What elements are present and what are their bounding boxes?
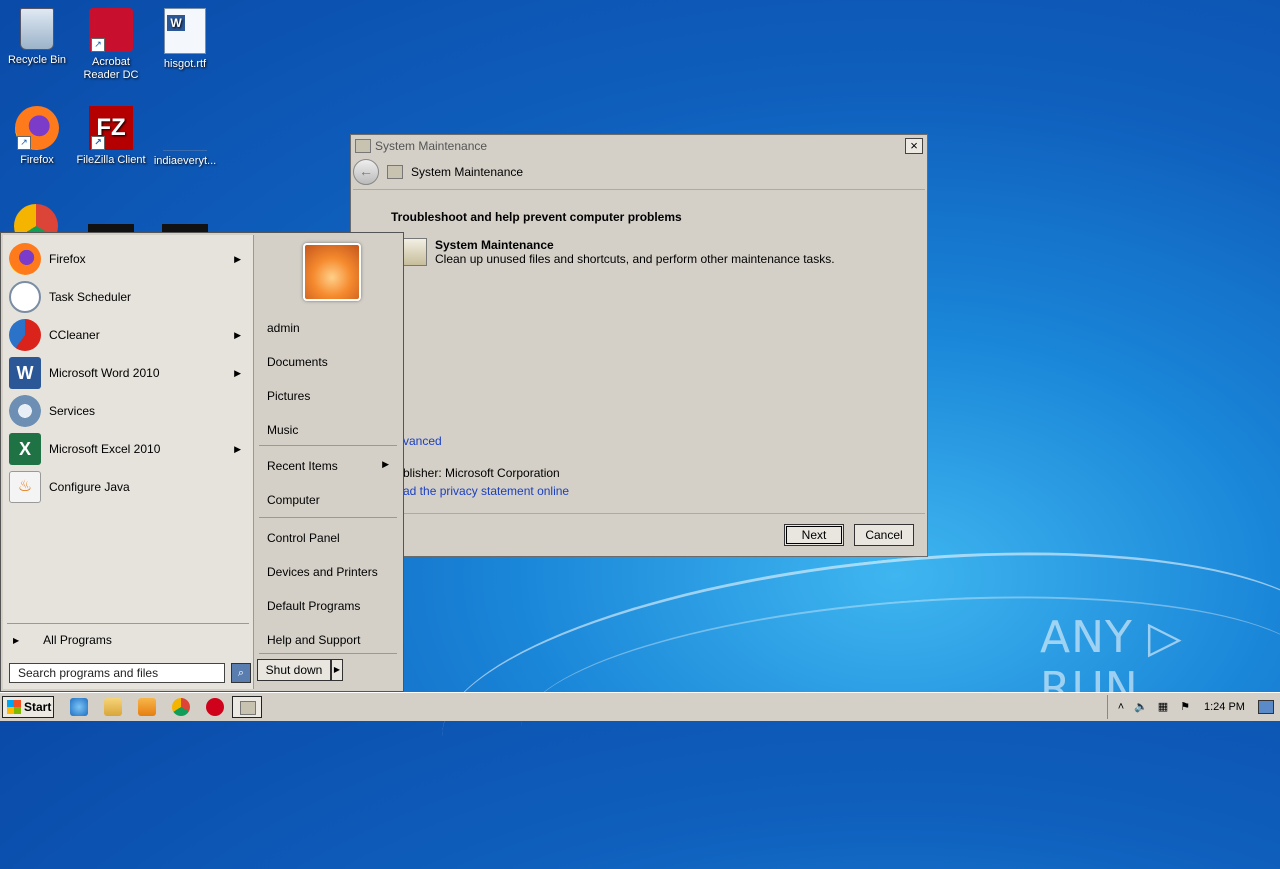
chrome-icon[interactable] (172, 698, 190, 716)
window-title: System Maintenance (375, 139, 488, 153)
start-item-services[interactable]: Services (9, 393, 249, 429)
start-right-control-panel[interactable]: Control Panel (267, 531, 340, 545)
troubleshooter-item[interactable]: System Maintenance Clean up unused files… (403, 238, 835, 266)
start-right-computer[interactable]: Computer (267, 493, 320, 507)
start-right-help[interactable]: Help and Support (267, 633, 360, 647)
desktop-icon-hisgot[interactable]: W hisgot.rtf (148, 8, 222, 71)
maintenance-icon (403, 238, 427, 266)
divider (259, 653, 397, 654)
start-item-ccleaner[interactable]: CCleaner ▶ (9, 317, 249, 353)
cancel-button[interactable]: Cancel (854, 524, 914, 546)
system-tray: ˄ 🔈 ▦ ⚑ 1:24 PM (1107, 695, 1280, 719)
submenu-arrow-icon: ▶ (234, 253, 241, 264)
start-right-user[interactable]: admin (267, 321, 300, 335)
start-right-devices[interactable]: Devices and Printers (267, 565, 378, 579)
media-player-icon[interactable] (138, 698, 156, 716)
start-item-excel[interactable]: X Microsoft Excel 2010 ▶ (9, 431, 249, 467)
search-input[interactable]: Search programs and files (9, 663, 225, 683)
search-icon: ⌕ (237, 667, 245, 679)
desktop-icon-recycle-bin[interactable]: Recycle Bin (0, 8, 74, 67)
start-menu-programs: Firefox ▶ Task Scheduler CCleaner ▶ W Mi… (3, 235, 254, 689)
next-button[interactable]: Next (784, 524, 844, 546)
desktop-icon-indiaeverything[interactable]: indiaeveryt... (148, 106, 222, 168)
acrobat-icon: ↗ (89, 8, 133, 52)
troubleshooter-description: Clean up unused files and shortcuts, and… (435, 252, 835, 266)
word-icon: W (9, 357, 41, 389)
action-center-flag-icon[interactable]: ⚑ (1178, 700, 1192, 714)
start-right-documents[interactable]: Documents (267, 355, 328, 369)
desktop-icon-filezilla[interactable]: FZ ↗ FileZilla Client (74, 106, 148, 167)
shutdown-button[interactable]: Shut down (257, 659, 331, 681)
excel-icon: X (9, 433, 41, 465)
clock[interactable]: 1:24 PM (1204, 701, 1245, 713)
start-right-default-programs[interactable]: Default Programs (267, 599, 360, 613)
gear-icon (9, 395, 41, 427)
submenu-arrow-icon: ▶ (234, 329, 241, 340)
system-maintenance-window[interactable]: System Maintenance × ← System Maintenanc… (350, 134, 928, 557)
filezilla-icon: FZ ↗ (89, 106, 133, 150)
start-item-java[interactable]: ♨ Configure Java (9, 469, 249, 505)
back-button[interactable]: ← (353, 159, 379, 185)
shutdown-options-button[interactable]: ▶ (331, 659, 343, 681)
start-right-recent-items[interactable]: Recent Items ▶ (267, 459, 395, 473)
publisher-text: blisher: Microsoft Corporation (403, 466, 560, 480)
privacy-link[interactable]: ad the privacy statement online (403, 484, 569, 498)
show-desktop-icon[interactable] (1258, 700, 1274, 714)
start-menu-places: admin Documents Pictures Music Recent It… (255, 235, 401, 689)
taskbar-system-maintenance[interactable] (232, 696, 262, 718)
wizard-title: System Maintenance (411, 165, 524, 179)
submenu-arrow-icon: ▶ (382, 459, 389, 469)
network-icon[interactable]: ▦ (1156, 700, 1170, 714)
all-programs[interactable]: ▶ All Programs (13, 633, 112, 647)
user-avatar[interactable] (303, 243, 361, 301)
file-icon (163, 106, 207, 151)
start-item-firefox[interactable]: Firefox ▶ (9, 241, 249, 277)
ie-icon[interactable] (70, 698, 88, 716)
opera-icon[interactable] (206, 698, 224, 716)
triangle-right-icon: ▶ (333, 665, 341, 674)
firefox-icon: ↗ (15, 106, 59, 150)
recycle-bin-icon (20, 8, 54, 50)
wizard-navbar: ← System Maintenance (353, 157, 925, 187)
start-button[interactable]: Start (2, 696, 54, 718)
submenu-arrow-icon: ▶ (234, 443, 241, 454)
wizard-heading: Troubleshoot and help prevent computer p… (391, 210, 682, 224)
close-button[interactable]: × (905, 138, 923, 154)
divider (259, 445, 397, 446)
start-menu[interactable]: Firefox ▶ Task Scheduler CCleaner ▶ W Mi… (0, 232, 404, 692)
maintenance-icon (355, 139, 371, 153)
close-icon: × (910, 138, 918, 153)
folder-icon[interactable] (104, 698, 122, 716)
start-item-task-scheduler[interactable]: Task Scheduler (9, 279, 249, 315)
word-document-icon: W (164, 8, 206, 54)
firefox-icon (9, 243, 41, 275)
desktop-icon-acrobat[interactable]: ↗ Acrobat Reader DC (74, 8, 148, 82)
advanced-link[interactable]: vanced (403, 434, 442, 448)
back-arrow-icon: ← (359, 163, 373, 179)
clock-icon (9, 281, 41, 313)
troubleshooter-title: System Maintenance (435, 238, 554, 252)
search-button[interactable]: ⌕ (231, 663, 251, 683)
divider (259, 517, 397, 518)
submenu-arrow-icon: ▶ (234, 367, 241, 378)
java-icon: ♨ (9, 471, 41, 503)
maintenance-icon (240, 701, 256, 715)
ccleaner-icon (9, 319, 41, 351)
maintenance-icon (387, 165, 403, 179)
triangle-right-icon: ▶ (13, 635, 20, 645)
show-hidden-icons-icon[interactable]: ˄ (1114, 700, 1128, 714)
wizard-content: Troubleshoot and help prevent computer p… (353, 189, 925, 514)
windows-logo-icon (7, 700, 21, 714)
speaker-icon[interactable]: 🔈 (1134, 700, 1148, 714)
start-right-pictures[interactable]: Pictures (267, 389, 310, 403)
desktop-icon-firefox[interactable]: ↗ Firefox (0, 106, 74, 167)
divider (7, 623, 249, 624)
start-item-word[interactable]: W Microsoft Word 2010 ▶ (9, 355, 249, 391)
start-right-music[interactable]: Music (267, 423, 298, 437)
taskbar: Start ˄ 🔈 ▦ ⚑ 1:24 PM (0, 692, 1280, 721)
window-titlebar[interactable]: System Maintenance (351, 135, 927, 157)
